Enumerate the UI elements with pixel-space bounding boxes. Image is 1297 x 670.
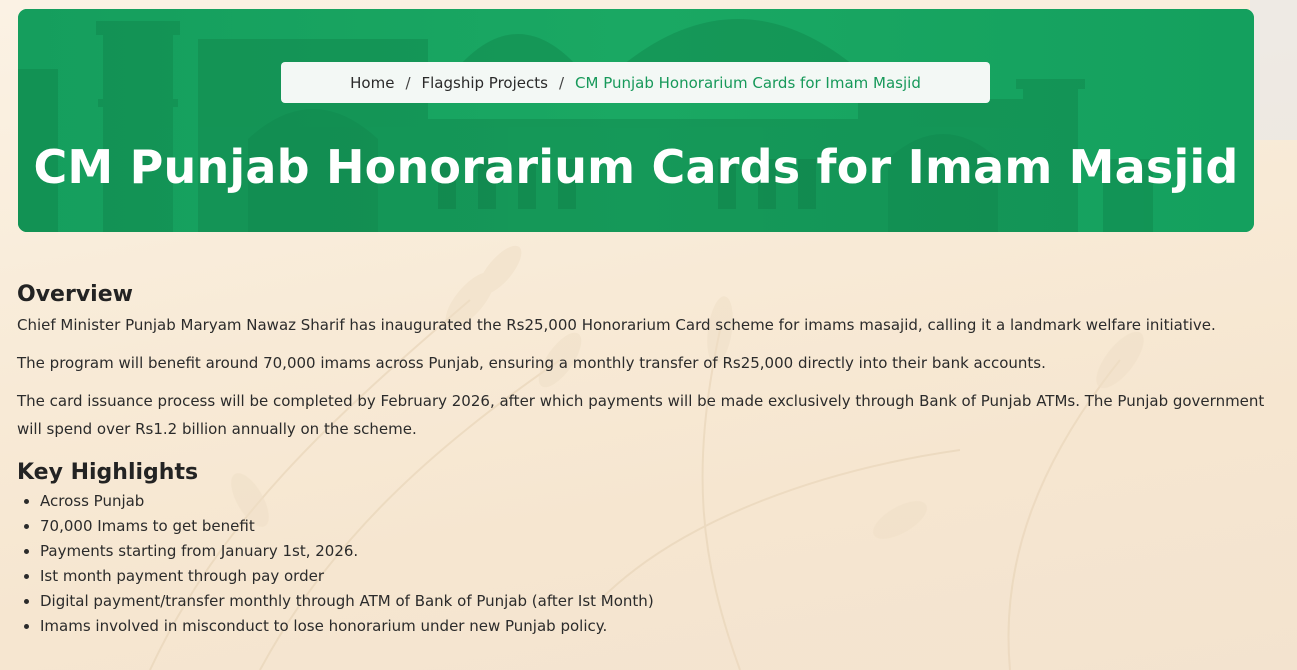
breadcrumb: Home / Flagship Projects / CM Punjab Hon… <box>281 62 990 103</box>
overview-section: Overview Chief Minister Punjab Maryam Na… <box>17 282 1272 443</box>
overview-paragraph: Chief Minister Punjab Maryam Nawaz Shari… <box>17 316 1216 334</box>
list-item: Ist month payment through pay order <box>40 564 1272 589</box>
list-item: Digital payment/transfer monthly through… <box>40 589 1272 614</box>
main-content: Overview Chief Minister Punjab Maryam Na… <box>17 280 1272 639</box>
key-highlights-section: Key Highlights Across Punjab 70,000 Imam… <box>17 460 1272 639</box>
overview-paragraph: The program will benefit around 70,000 i… <box>17 354 1046 372</box>
breadcrumb-separator: / <box>558 73 565 92</box>
breadcrumb-separator: / <box>405 73 411 92</box>
list-item: 70,000 Imams to get benefit <box>40 514 1272 539</box>
breadcrumb-flagship-projects-link[interactable]: Flagship Projects <box>422 74 548 92</box>
overview-heading: Overview <box>17 282 133 307</box>
overview-paragraph: The card issuance process will be comple… <box>17 392 1265 438</box>
mosque-background-image <box>18 9 1254 232</box>
list-item: Across Punjab <box>40 489 1272 514</box>
list-item: Imams involved in misconduct to lose hon… <box>40 614 1272 639</box>
page-title: CM Punjab Honorarium Cards for Imam Masj… <box>33 139 1239 194</box>
breadcrumb-home-link[interactable]: Home <box>350 74 394 92</box>
key-highlights-list: Across Punjab 70,000 Imams to get benefi… <box>17 489 1272 639</box>
key-highlights-heading: Key Highlights <box>17 460 199 485</box>
hero-banner: Home / Flagship Projects / CM Punjab Hon… <box>18 9 1254 232</box>
breadcrumb-current-page: CM Punjab Honorarium Cards for Imam Masj… <box>575 73 921 92</box>
list-item: Payments starting from January 1st, 2026… <box>40 539 1272 564</box>
